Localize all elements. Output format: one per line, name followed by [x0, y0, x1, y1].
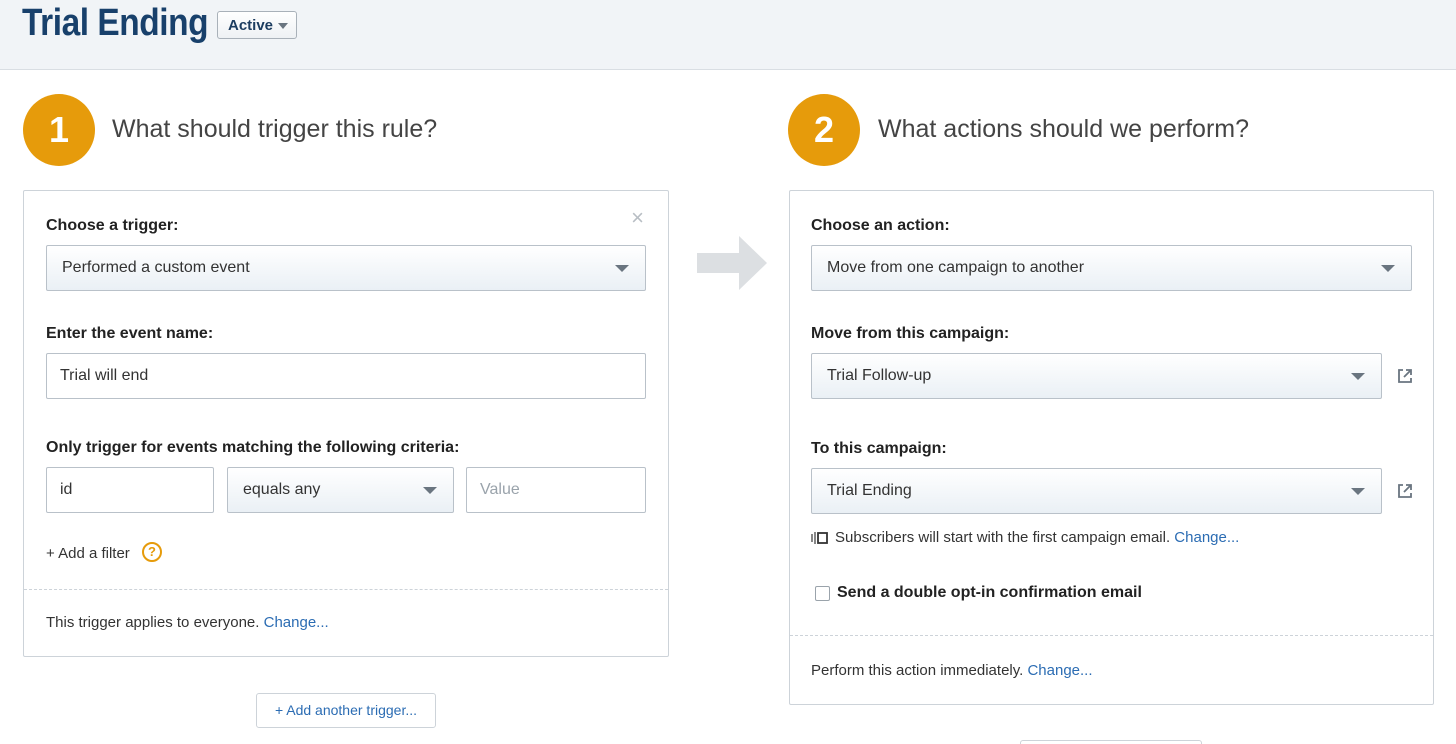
filter-operator-select[interactable]: equals any — [227, 467, 454, 513]
action-label: Choose an action: — [811, 217, 950, 234]
close-icon[interactable]: × — [631, 205, 644, 231]
chevron-down-icon — [1381, 265, 1395, 272]
add-action-button[interactable] — [1020, 740, 1202, 744]
step-2-badge: 2 — [788, 94, 860, 166]
step-2-heading: What actions should we perform? — [878, 115, 1250, 143]
status-dropdown[interactable]: Active — [217, 11, 297, 39]
optin-checkbox[interactable] — [815, 586, 830, 601]
trigger-panel: × Choose a trigger: Performed a custom e… — [23, 190, 669, 657]
action-panel: Choose an action: Move from one campaign… — [789, 190, 1434, 705]
trigger-label: Choose a trigger: — [46, 217, 179, 234]
chevron-down-icon — [423, 487, 437, 494]
chevron-down-icon — [615, 265, 629, 272]
start-text-line: Subscribers will start with the first ca… — [835, 529, 1239, 546]
start-text: Subscribers will start with the first ca… — [835, 529, 1171, 546]
panel-divider — [24, 589, 668, 590]
header-bar: Trial Ending Active — [0, 0, 1456, 70]
event-name-label: Enter the event name: — [46, 325, 214, 342]
chevron-down-icon — [1351, 488, 1365, 495]
step-1-badge: 1 — [23, 94, 95, 166]
to-campaign-label: To this campaign: — [811, 440, 947, 457]
perform-change-link[interactable]: Change... — [1027, 662, 1092, 679]
from-campaign-label: Move from this campaign: — [811, 325, 1010, 342]
action-select[interactable]: Move from one campaign to another — [811, 245, 1412, 291]
applies-text-line: This trigger applies to everyone. Change… — [46, 614, 329, 631]
panel-divider — [790, 635, 1433, 636]
filter-value-input[interactable] — [466, 467, 646, 513]
trigger-select-value: Performed a custom event — [62, 259, 250, 276]
add-filter-link[interactable]: + Add a filter — [46, 545, 130, 562]
criteria-label: Only trigger for events matching the fol… — [46, 439, 460, 456]
campaign-email-icon — [811, 532, 828, 544]
perform-text-line: Perform this action immediately. Change.… — [811, 662, 1093, 679]
external-link-icon[interactable] — [1397, 368, 1413, 384]
page-title: Trial Ending — [22, 2, 209, 44]
optin-label[interactable]: Send a double opt-in confirmation email — [837, 584, 1142, 602]
step-1-heading: What should trigger this rule? — [112, 115, 438, 143]
arrow-right-icon — [697, 236, 767, 290]
to-campaign-select[interactable]: Trial Ending — [811, 468, 1382, 514]
applies-change-link[interactable]: Change... — [264, 614, 329, 631]
action-select-value: Move from one campaign to another — [827, 259, 1085, 276]
filter-field-input[interactable] — [46, 467, 214, 513]
applies-text: This trigger applies to everyone. — [46, 614, 260, 631]
question-circle-icon[interactable]: ? — [142, 542, 162, 562]
from-campaign-select[interactable]: Trial Follow-up — [811, 353, 1382, 399]
start-change-link[interactable]: Change... — [1174, 529, 1239, 546]
trigger-select[interactable]: Performed a custom event — [46, 245, 646, 291]
event-name-input[interactable] — [46, 353, 646, 399]
perform-text: Perform this action immediately. — [811, 662, 1024, 679]
status-value: Active — [228, 17, 274, 34]
chevron-down-icon — [278, 23, 288, 29]
to-campaign-value: Trial Ending — [827, 482, 912, 499]
add-trigger-button[interactable]: + Add another trigger... — [256, 693, 436, 728]
filter-operator-value: equals any — [243, 481, 321, 498]
external-link-icon[interactable] — [1397, 483, 1413, 499]
from-campaign-value: Trial Follow-up — [827, 367, 932, 384]
chevron-down-icon — [1351, 373, 1365, 380]
